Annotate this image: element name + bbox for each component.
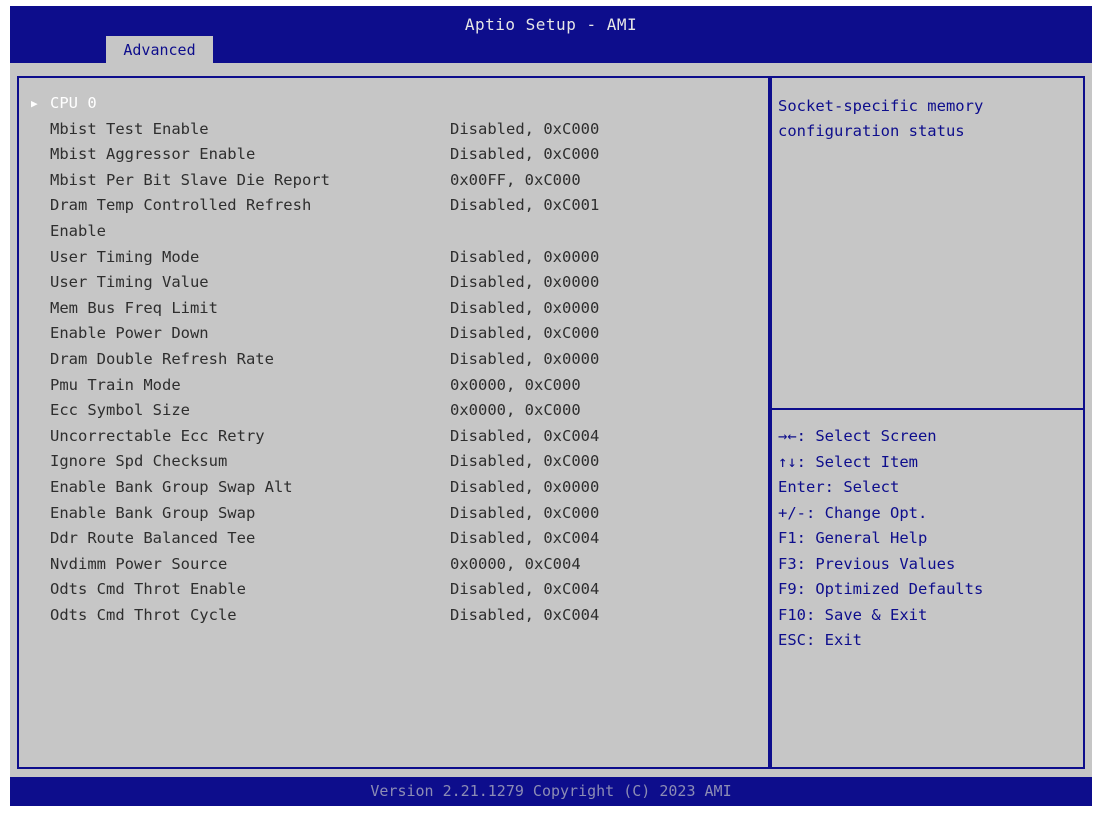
setting-label: Dram Temp Controlled Refresh [50, 196, 312, 215]
setting-value: 0x00FF, 0xC000 [450, 170, 581, 189]
setting-row-odts-cmd-throt-cycle[interactable]: Odts Cmd Throt Cycle Disabled, 0xC004 [31, 603, 761, 629]
key-optimized-defaults: F9: Optimized Defaults [778, 580, 984, 598]
setting-row-enable-power-down[interactable]: Enable Power Down Disabled, 0xC000 [31, 321, 761, 347]
setting-value: Disabled, 0xC000 [450, 119, 600, 138]
key-general-help: F1: General Help [778, 529, 928, 547]
setting-row-pmu-train-mode[interactable]: Pmu Train Mode 0x0000, 0xC000 [31, 373, 761, 399]
setting-row-enable-bank-group-swap-alt[interactable]: Enable Bank Group Swap Alt Disabled, 0x0… [31, 475, 761, 501]
key-change-opt: +/-: Change Opt. [778, 503, 928, 522]
setting-row-enable-bank-group-swap[interactable]: Enable Bank Group Swap Disabled, 0xC000 [31, 501, 761, 527]
setting-label: Ddr Route Balanced Tee [50, 529, 256, 548]
setting-label-continuation: Enable [31, 219, 761, 245]
submenu-cpu-0[interactable]: ▶ CPU 0 [31, 91, 761, 117]
setting-row-dram-temp-controlled-refresh-enable[interactable]: Dram Temp Controlled Refresh Disabled, 0… [31, 193, 761, 219]
setting-row-nvdimm-power-source[interactable]: Nvdimm Power Source 0x0000, 0xC004 [31, 552, 761, 578]
setting-value: Disabled, 0x0000 [450, 298, 600, 317]
footer-bar: Version 2.21.1279 Copyright (C) 2023 AMI [10, 777, 1092, 806]
key-save-exit: F10: Save & Exit [778, 605, 928, 624]
tab-advanced[interactable]: Advanced [106, 36, 213, 63]
setting-row-dram-double-refresh-rate[interactable]: Dram Double Refresh Rate Disabled, 0x000… [31, 347, 761, 373]
key-enter-select: Enter: Select [778, 478, 900, 496]
setting-value: 0x0000, 0xC000 [450, 375, 581, 394]
setting-value: Disabled, 0xC004 [450, 529, 600, 548]
key-select-screen: →←: Select Screen [778, 427, 937, 445]
setting-label: Mbist Aggressor Enable [50, 145, 256, 164]
setting-label: User Timing Value [50, 273, 209, 292]
setting-row-user-timing-mode[interactable]: User Timing Mode Disabled, 0x0000 [31, 245, 761, 271]
setting-row-mbist-aggressor-enable[interactable]: Mbist Aggressor Enable Disabled, 0xC000 [31, 142, 761, 168]
setting-row-ecc-symbol-size[interactable]: Ecc Symbol Size 0x0000, 0xC000 [31, 398, 761, 424]
setting-row-mbist-per-bit-slave-die-report[interactable]: Mbist Per Bit Slave Die Report 0x00FF, 0… [31, 168, 761, 194]
setting-label: Enable Power Down [50, 324, 209, 343]
triangle-right-icon: ▶ [31, 97, 38, 110]
setting-value: Disabled, 0xC000 [450, 452, 600, 471]
setting-row-odts-cmd-throt-enable[interactable]: Odts Cmd Throt Enable Disabled, 0xC004 [31, 577, 761, 603]
setting-value: Disabled, 0xC001 [450, 196, 600, 215]
setting-label: Uncorrectable Ecc Retry [50, 426, 265, 445]
key-legend: →←: Select Screen ↑↓: Select Item Enter:… [778, 424, 1078, 654]
setting-label: Nvdimm Power Source [50, 554, 228, 573]
setting-label: Dram Double Refresh Rate [50, 349, 274, 368]
setting-label: User Timing Mode [50, 247, 200, 266]
setting-row-mem-bus-freq-limit[interactable]: Mem Bus Freq Limit Disabled, 0x0000 [31, 296, 761, 322]
setting-row-uncorrectable-ecc-retry[interactable]: Uncorrectable Ecc Retry Disabled, 0xC004 [31, 424, 761, 450]
setting-value: Disabled, 0xC004 [450, 580, 600, 599]
bios-screen: Aptio Setup - AMI Advanced ▶ CPU 0 Mbist… [10, 6, 1092, 806]
setting-label-wrap: Enable [50, 221, 106, 240]
setting-label: Ignore Spd Checksum [50, 452, 228, 471]
app-title: Aptio Setup - AMI [464, 15, 638, 34]
settings-panel: ▶ CPU 0 Mbist Test Enable Disabled, 0xC0… [17, 76, 770, 769]
help-panel: Socket-specific memory configuration sta… [770, 76, 1085, 769]
setting-label: Mem Bus Freq Limit [50, 298, 218, 317]
setting-value: Disabled, 0xC004 [450, 605, 600, 624]
setting-value: Disabled, 0xC000 [450, 503, 600, 522]
help-description: Socket-specific memory configuration sta… [778, 97, 984, 140]
help-divider [772, 408, 1083, 410]
key-previous-values: F3: Previous Values [778, 554, 956, 573]
setting-label: Pmu Train Mode [50, 375, 181, 394]
setting-label: Ecc Symbol Size [50, 401, 190, 420]
setting-label: Odts Cmd Throt Enable [50, 580, 246, 599]
setting-label: Enable Bank Group Swap Alt [50, 477, 293, 496]
key-select-item: ↑↓: Select Item [778, 452, 918, 471]
setting-label: Odts Cmd Throt Cycle [50, 605, 237, 624]
setting-value: 0x0000, 0xC004 [450, 554, 581, 573]
setting-value: Disabled, 0x0000 [450, 477, 600, 496]
setting-value: Disabled, 0xC000 [450, 145, 600, 164]
setting-value: Disabled, 0xC004 [450, 426, 600, 445]
version-copyright: Version 2.21.1279 Copyright (C) 2023 AMI [370, 782, 732, 800]
setting-value: Disabled, 0x0000 [450, 247, 600, 266]
setting-row-user-timing-value[interactable]: User Timing Value Disabled, 0x0000 [31, 270, 761, 296]
setting-row-ddr-route-balanced-tee[interactable]: Ddr Route Balanced Tee Disabled, 0xC004 [31, 526, 761, 552]
header-bar: Aptio Setup - AMI Advanced [10, 6, 1092, 63]
setting-label: Mbist Per Bit Slave Die Report [50, 170, 330, 189]
settings-list: ▶ CPU 0 Mbist Test Enable Disabled, 0xC0… [31, 91, 761, 628]
setting-value: Disabled, 0x0000 [450, 273, 600, 292]
setting-value: 0x0000, 0xC000 [450, 401, 581, 420]
setting-value: Disabled, 0x0000 [450, 349, 600, 368]
setting-label: Mbist Test Enable [50, 119, 209, 138]
submenu-label: CPU 0 [50, 94, 97, 112]
setting-row-mbist-test-enable[interactable]: Mbist Test Enable Disabled, 0xC000 [31, 117, 761, 143]
setting-value: Disabled, 0xC000 [450, 324, 600, 343]
setting-row-ignore-spd-checksum[interactable]: Ignore Spd Checksum Disabled, 0xC000 [31, 449, 761, 475]
key-esc-exit: ESC: Exit [778, 631, 862, 649]
setting-label: Enable Bank Group Swap [50, 503, 256, 522]
